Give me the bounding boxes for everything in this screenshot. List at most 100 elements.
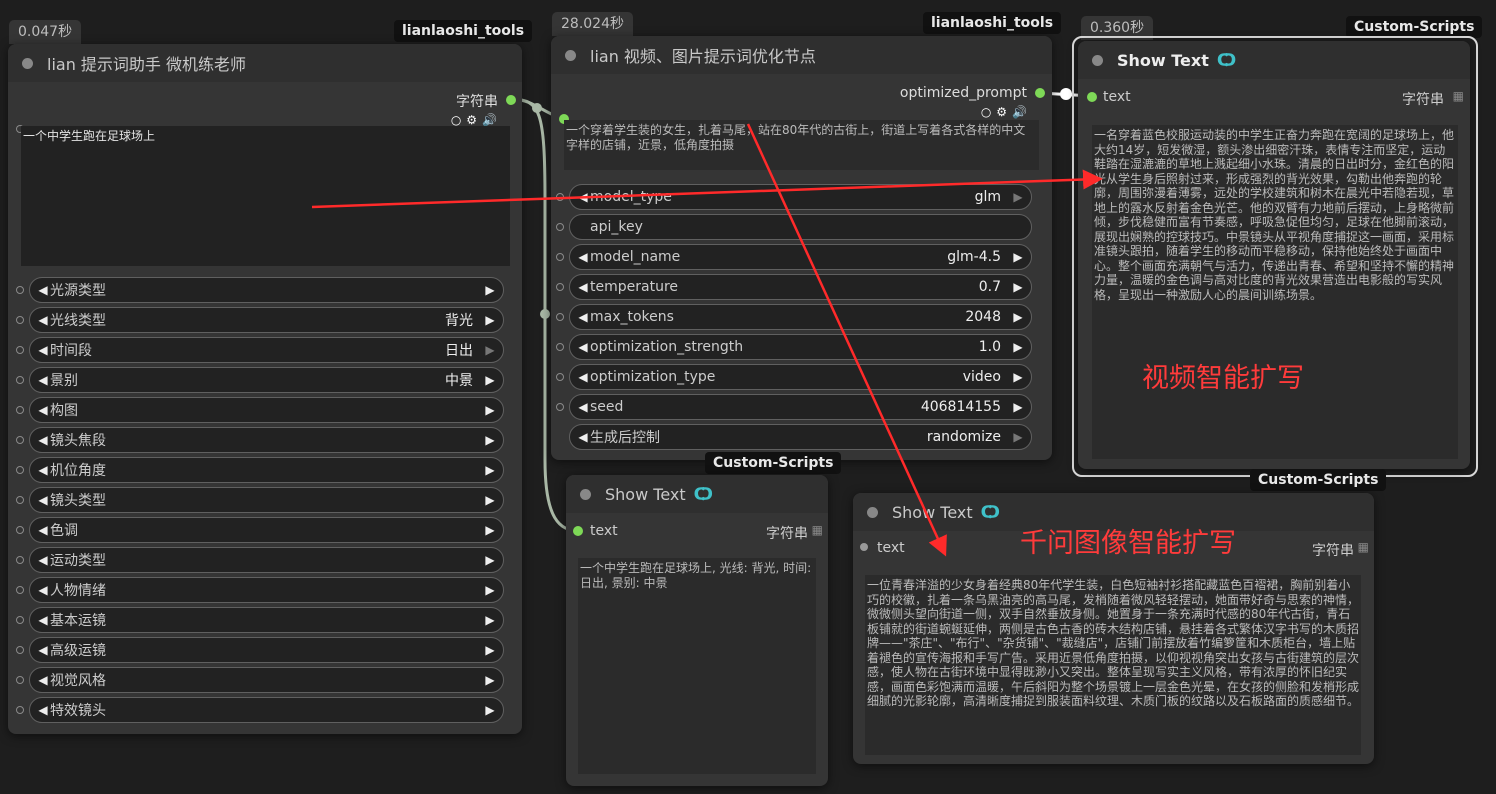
node-left-widget[interactable]: ◀ 机位角度 ▶ — [29, 457, 504, 483]
node-mid-widget[interactable]: ◀ seed 406814155 ▶ — [569, 394, 1032, 420]
grid-handle-icon[interactable]: ▦ — [812, 523, 823, 537]
node-left-widget-socket[interactable] — [16, 496, 24, 504]
increment-arrow-icon[interactable]: ▶ — [1011, 340, 1025, 354]
collapse-dot-icon[interactable] — [1092, 54, 1103, 66]
node-left-widget-socket[interactable] — [16, 286, 24, 294]
node-left-widget-socket[interactable] — [16, 406, 24, 414]
node-mid-titlebar[interactable]: lian 视频、图片提示词优化节点 — [551, 36, 1052, 74]
decrement-arrow-icon[interactable]: ◀ — [576, 430, 590, 444]
node-left-widget-socket[interactable] — [16, 586, 24, 594]
increment-arrow-icon[interactable]: ▶ — [1011, 370, 1025, 384]
increment-arrow-icon[interactable]: ▶ — [1011, 280, 1025, 294]
node-left-widget[interactable]: ◀ 人物情绪 ▶ — [29, 577, 504, 603]
increment-arrow-icon[interactable]: ▶ — [483, 403, 497, 417]
node-mid-widget[interactable]: ◀ max_tokens 2048 ▶ — [569, 304, 1032, 330]
decrement-arrow-icon[interactable]: ◀ — [36, 493, 50, 507]
node-left-widget[interactable]: ◀ 时间段 日出 ▶ — [29, 337, 504, 363]
increment-arrow-icon[interactable]: ▶ — [483, 283, 497, 297]
node-left-widget[interactable]: ◀ 运动类型 ▶ — [29, 547, 504, 573]
node-left-prompt-textarea[interactable]: 一个中学生跑在足球场上 — [21, 126, 510, 266]
node-show2-input-socket[interactable] — [573, 526, 583, 536]
grid-handle-icon[interactable]: ▦ — [1358, 540, 1369, 554]
collapse-dot-icon[interactable] — [867, 506, 878, 518]
decrement-arrow-icon[interactable]: ◀ — [576, 400, 590, 414]
increment-arrow-icon[interactable]: ▶ — [483, 583, 497, 597]
node-left-widget[interactable]: ◀ 镜头焦段 ▶ — [29, 427, 504, 453]
node-left-widget-socket[interactable] — [16, 646, 24, 654]
node-show2-titlebar[interactable]: Show Text Ѻ — [566, 475, 828, 513]
node-show-text-video[interactable]: Show Text Ѻ text 字符串 ▦ 一名穿着蓝色校服运动装的中学生正奋… — [1078, 41, 1470, 469]
increment-arrow-icon[interactable]: ▶ — [483, 493, 497, 507]
node-show3-textarea[interactable]: 一位青春洋溢的少女身着经典80年代学生装，白色短袖衬衫搭配藏蓝色百褶裙，胸前别着… — [865, 575, 1361, 755]
node-left-widget[interactable]: ◀ 镜头类型 ▶ — [29, 487, 504, 513]
node-left-widget[interactable]: ◀ 构图 ▶ — [29, 397, 504, 423]
node-left-widget[interactable]: ◀ 景别 中景 ▶ — [29, 367, 504, 393]
node-mid-widget-socket[interactable] — [556, 313, 564, 321]
collapse-dot-icon[interactable] — [580, 488, 591, 500]
decrement-arrow-icon[interactable]: ◀ — [36, 373, 50, 387]
increment-arrow-icon[interactable]: ▶ — [483, 553, 497, 567]
node-show1-textarea[interactable]: 一名穿着蓝色校服运动装的中学生正奋力奔跑在宽阔的足球场上，他大约14岁，短发微湿… — [1092, 125, 1458, 459]
node-left-widget[interactable]: ◀ 色调 ▶ — [29, 517, 504, 543]
decrement-arrow-icon[interactable]: ◀ — [36, 673, 50, 687]
increment-arrow-icon[interactable]: ▶ — [1011, 250, 1025, 264]
node-mid-widget[interactable]: ◀ temperature 0.7 ▶ — [569, 274, 1032, 300]
node-left-widget[interactable]: ◀ 光线类型 背光 ▶ — [29, 307, 504, 333]
decrement-arrow-icon[interactable]: ◀ — [36, 403, 50, 417]
node-mid-output-socket[interactable] — [1035, 88, 1045, 98]
node-left-widget-socket[interactable] — [16, 466, 24, 474]
decrement-arrow-icon[interactable]: ◀ — [36, 583, 50, 597]
node-mid-widget[interactable]: ◀ model_name glm-4.5 ▶ — [569, 244, 1032, 270]
node-left-titlebar[interactable]: lian 提示词助手 微机练老师 — [8, 44, 522, 82]
increment-arrow-icon[interactable]: ▶ — [1011, 400, 1025, 414]
decrement-arrow-icon[interactable]: ◀ — [36, 553, 50, 567]
node-left-widget-socket[interactable] — [16, 376, 24, 384]
grid-handle-icon[interactable]: ▦ — [1453, 89, 1464, 103]
decrement-arrow-icon[interactable]: ◀ — [576, 310, 590, 324]
node-prompt-optimizer[interactable]: lian 视频、图片提示词优化节点 optimized_prompt ○⚙🔊 一… — [551, 36, 1052, 460]
decrement-arrow-icon[interactable]: ◀ — [36, 703, 50, 717]
increment-arrow-icon[interactable]: ▶ — [483, 613, 497, 627]
node-left-widget-socket[interactable] — [16, 676, 24, 684]
node-left-widget-socket[interactable] — [16, 316, 24, 324]
collapse-dot-icon[interactable] — [565, 49, 576, 61]
node-mid-widget[interactable]: ◀ model_type glm ▶ — [569, 184, 1032, 210]
node-mid-widget-socket[interactable] — [556, 253, 564, 261]
decrement-arrow-icon[interactable]: ◀ — [36, 283, 50, 297]
decrement-arrow-icon[interactable]: ◀ — [36, 433, 50, 447]
increment-arrow-icon[interactable]: ▶ — [483, 373, 497, 387]
node-left-widget-socket[interactable] — [16, 616, 24, 624]
decrement-arrow-icon[interactable]: ◀ — [36, 343, 50, 357]
decrement-arrow-icon[interactable]: ◀ — [576, 280, 590, 294]
increment-arrow-icon[interactable]: ▶ — [483, 433, 497, 447]
increment-arrow-icon[interactable]: ▶ — [483, 463, 497, 477]
node-show-text-prompt[interactable]: Show Text Ѻ text 字符串 ▦ 一个中学生跑在足球场上, 光线: … — [566, 475, 828, 786]
node-show3-input-socket[interactable] — [860, 543, 868, 551]
node-mid-widget[interactable]: ◀ optimization_type video ▶ — [569, 364, 1032, 390]
node-mid-widget-socket[interactable] — [556, 223, 564, 231]
increment-arrow-icon[interactable]: ▶ — [483, 643, 497, 657]
node-left-widget-socket[interactable] — [16, 526, 24, 534]
node-left-widget[interactable]: ◀ 特效镜头 ▶ — [29, 697, 504, 723]
increment-arrow-icon[interactable]: ▶ — [1011, 190, 1025, 204]
increment-arrow-icon[interactable]: ▶ — [483, 673, 497, 687]
decrement-arrow-icon[interactable]: ◀ — [36, 613, 50, 627]
node-left-widget[interactable]: ◀ 光源类型 ▶ — [29, 277, 504, 303]
node-left-widget-socket[interactable] — [16, 346, 24, 354]
node-left-widget-socket[interactable] — [16, 706, 24, 714]
increment-arrow-icon[interactable]: ▶ — [483, 523, 497, 537]
node-mid-widget-socket[interactable] — [556, 343, 564, 351]
node-left-widget[interactable]: ◀ 视觉风格 ▶ — [29, 667, 504, 693]
node-prompt-assistant[interactable]: lian 提示词助手 微机练老师 字符串 ○⚙🔊 一个中学生跑在足球场上 ◀ 光源… — [8, 44, 522, 734]
node-left-widget-socket[interactable] — [16, 436, 24, 444]
decrement-arrow-icon[interactable]: ◀ — [36, 523, 50, 537]
node-left-widget[interactable]: ◀ 基本运镜 ▶ — [29, 607, 504, 633]
node-show1-titlebar[interactable]: Show Text Ѻ — [1078, 41, 1470, 79]
node-mid-widget[interactable]: ◀ 生成后控制 randomize ▶ — [569, 424, 1032, 450]
increment-arrow-icon[interactable]: ▶ — [483, 343, 497, 357]
node-mid-widget[interactable]: ◀ optimization_strength 1.0 ▶ — [569, 334, 1032, 360]
decrement-arrow-icon[interactable]: ◀ — [576, 340, 590, 354]
increment-arrow-icon[interactable]: ▶ — [483, 313, 497, 327]
collapse-dot-icon[interactable] — [22, 57, 33, 69]
node-mid-widget[interactable]: ◀api_key▶ — [569, 214, 1032, 240]
